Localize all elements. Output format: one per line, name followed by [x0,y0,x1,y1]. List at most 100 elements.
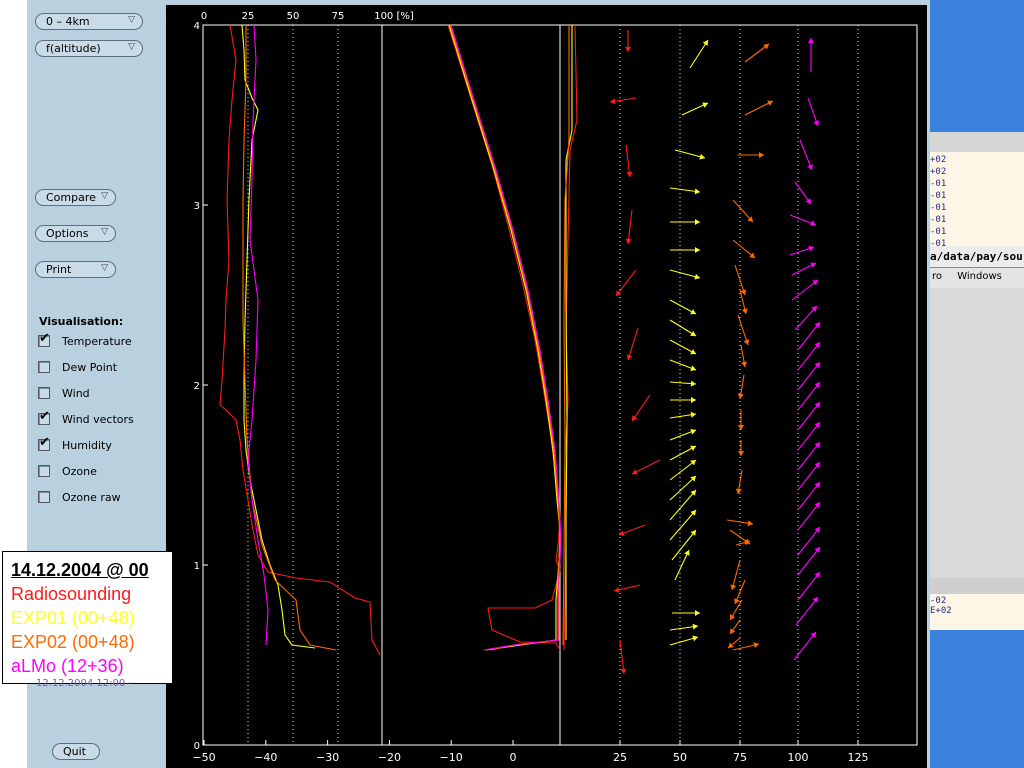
wind-vector-almo-head [814,527,820,533]
altitude-range-select[interactable]: 0 – 4km ▽ [35,13,143,30]
vis-option-wind[interactable]: Wind [38,385,90,401]
humidity-tick-label: 75 [332,11,345,22]
legend-entry-exp01: EXP01 (00+48) [11,608,135,628]
value-line: -01 [930,227,947,237]
wind-vector-exp01 [669,475,697,501]
wind-vector-exp02-head [741,308,748,314]
humidity-tick-label: 25 [242,11,255,22]
value-line: -01 [930,179,947,189]
compare-menu-button[interactable]: Compare ▽ [35,189,116,206]
vis-option-wind-vectors[interactable]: Wind vectors [38,409,134,427]
wind-vector-exp01-head [690,411,696,418]
value-line: -02 [930,596,947,606]
wind-tick-label: 25 [613,751,627,764]
wind-vector-almo-head [814,422,820,428]
legend-entry-radiosounding: Radiosounding [11,584,132,604]
vis-option-label: Dew Point [62,360,118,374]
temperature-exp01 [448,24,561,651]
wind-vector-almo-head [808,38,814,43]
wind-vector-radiosounding-head [616,290,622,296]
checkbox[interactable] [38,387,50,399]
options-label: Options [46,227,89,240]
legend-date: 14.12.2004 @ 00 [11,560,149,580]
vis-option-ozone[interactable]: Ozone [38,463,97,479]
quit-button[interactable]: Quit [52,743,100,760]
wind-vector-exp02-head [735,488,742,494]
wind-vector-almo-head [812,280,818,286]
wind-vector-radiosounding-head [620,668,627,674]
background-window-menubar: ro Windows [930,268,1024,288]
wind-vector-almo [793,631,817,661]
checkbox[interactable] [38,331,50,347]
checkbox[interactable] [38,435,50,451]
temperature-exp02 [449,24,561,651]
wind-vector-exp01-head [694,273,700,280]
print-label: Print [46,263,72,276]
wind-vector-exp02-head [730,584,737,590]
legend-entry-exp02: EXP02 (00+48) [11,632,135,652]
wind-vector-almo-head [814,572,820,578]
vis-option-label: Humidity [62,438,112,452]
dropdown-triangle-icon: ▽ [128,15,135,25]
wind-vector-almo-head [814,402,820,408]
checkbox[interactable] [38,361,50,373]
vis-option-label: Wind vectors [62,412,134,426]
vis-option-dew-point[interactable]: Dew Point [38,359,117,375]
dropdown-triangle-icon: ▽ [101,191,108,201]
sounding-plot: 012340 25 50 75 100 [%]−50 −40 −30 −20 −10 0 25 50 7… [192,11,918,764]
wind-vector-exp02-head [730,628,736,634]
vis-option-humidity[interactable]: Humidity [38,435,112,453]
wind-vector-almo-head [814,462,820,468]
wind-vector-almo-head [814,342,820,348]
value-line: +02 [930,155,947,165]
temperature-tick-label: 0 [510,751,517,764]
wind-vector-almo [795,596,819,626]
wind-vector-almo [797,571,821,601]
values-list: +02 +02 -01 -01 -01 -01 -01 -01 [930,152,1024,250]
wind-vector-almo-head [814,322,820,328]
plot-mode-select[interactable]: f(altitude) ▽ [35,40,143,57]
wind-tick-label: 75 [733,751,747,764]
vis-option-temperature[interactable]: Temperature [38,331,132,349]
vis-option-ozone-raw[interactable]: Ozone raw [38,489,121,505]
wind-vector-radiosounding-head [614,586,620,593]
temperature-tick-label: −50 [192,751,215,764]
sounding-plot-frame: 0 1 2 3 4 0 25 50 75 100 [%] −50 −40 −30 −20 −10 0 25 50 7… [166,0,927,768]
wind-vector-radiosounding-head [610,98,616,105]
value-line: -01 [930,215,947,225]
vis-option-label: Ozone [62,464,97,478]
legend-entry-almo: aLMo (12+36) [11,656,124,676]
wind-vector-exp02-head [747,520,753,527]
vis-option-label: Ozone raw [62,490,121,504]
value-line: E+02 [930,606,952,616]
wind-vector-exp01-head [695,610,700,616]
menu-item-windows[interactable]: Windows [957,271,1002,282]
wind-vector-exp02-head [738,425,744,430]
temperature-almo [450,24,562,651]
wind-vector-radiosounding-head [625,238,632,244]
value-line: +02 [930,167,947,177]
wind-vector-exp01-head [691,397,696,403]
checkbox[interactable] [38,491,50,503]
menu-item-ro[interactable]: ro [932,271,942,282]
wind-vector-radiosounding [627,209,633,245]
checkbox[interactable] [38,409,50,425]
print-menu-button[interactable]: Print ▽ [35,261,116,278]
vis-option-label: Wind [62,386,90,400]
quit-label: Quit [63,745,86,758]
background-window-body [930,288,1024,578]
wind-tick-label: 50 [673,751,687,764]
humidity-tick-label: 100 [%] [374,11,414,22]
options-menu-button[interactable]: Options ▽ [35,225,116,242]
values-list-2: -02 E+02 [930,594,1024,616]
wind-vector-almo-head [814,482,820,488]
legend-box: 14.12.2004 @ 00 Radiosounding EXP01 (00+… [2,551,173,684]
wind-vector-almo-head [814,442,820,448]
wind-vector-exp02-head [753,642,759,649]
wind-vector-radiosounding-head [625,47,631,52]
wind-vector-exp01-head [690,530,696,536]
temperature-tick-label: −30 [316,751,339,764]
wind-vector-exp02-head [763,44,769,50]
checkbox[interactable] [38,465,50,477]
wind-vector-almo-head [805,198,811,204]
